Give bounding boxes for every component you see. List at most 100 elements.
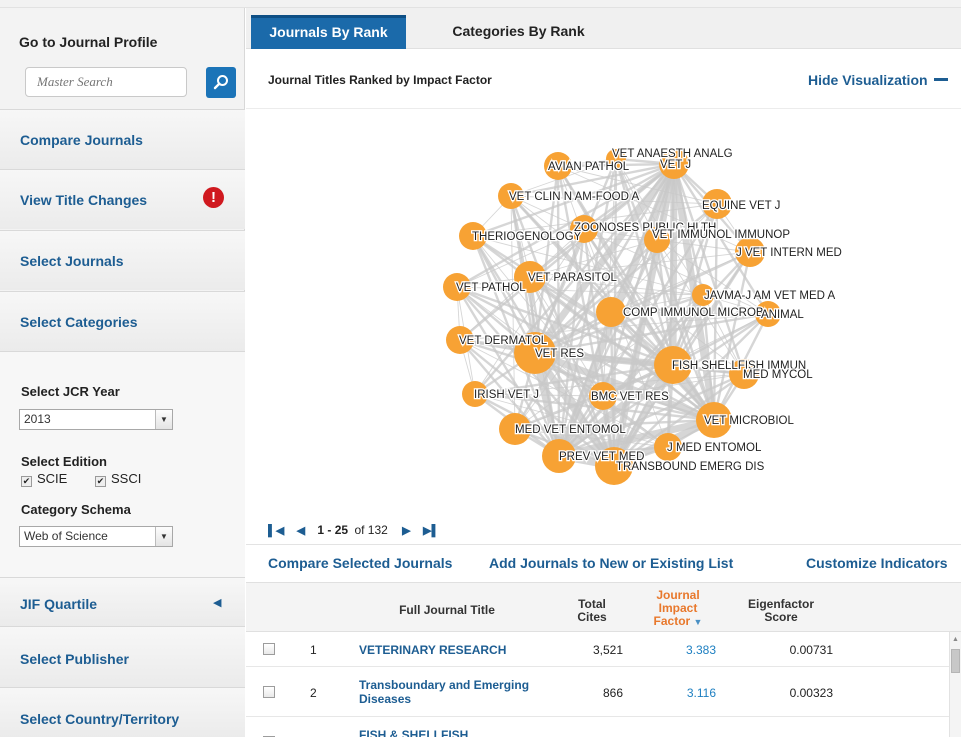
column-header-eigenfactor[interactable]: Eigenfactor Score — [743, 598, 819, 624]
pagination: ▌◀ ◀ 1 - 25 of 132 ▶ ▶▌ — [268, 523, 448, 537]
sidebar-item-select-country[interactable]: Select Country/Territory — [0, 687, 245, 737]
table-row: 1 VETERINARY RESEARCH 3,521 3.383 0.0073… — [246, 632, 961, 667]
category-schema-value: Web of Science — [24, 529, 108, 543]
table-row: FISH & SHELLFISH — [246, 717, 961, 737]
go-to-journal-profile-label: Go to Journal Profile — [19, 34, 158, 50]
search-icon — [213, 75, 228, 90]
sidebar-item-label: Select Categories — [20, 314, 138, 330]
journal-node-label: MED VET ENTOMOL — [515, 424, 626, 436]
journal-title-link[interactable]: VETERINARY RESEARCH — [359, 643, 506, 657]
customize-indicators-link[interactable]: Customize Indicators — [806, 555, 948, 571]
sidebar-item-label: JIF Quartile — [20, 596, 98, 612]
master-search-field[interactable] — [25, 67, 187, 97]
sort-desc-icon: ▼ — [693, 617, 703, 627]
category-schema-label: Category Schema — [21, 502, 131, 517]
table-actions: Compare Selected Journals Add Journals t… — [246, 544, 961, 582]
edition-ssci-checkbox[interactable]: ✔ SSCI — [95, 471, 141, 487]
journal-node-label: VET J — [660, 159, 691, 171]
minus-icon — [933, 78, 948, 81]
page-total: of 132 — [354, 523, 388, 537]
sidebar-item-select-publisher[interactable]: Select Publisher — [0, 626, 245, 687]
category-schema-select[interactable]: Web of Science ▼ — [19, 526, 173, 547]
sidebar-item-label: Select Journals — [20, 253, 124, 269]
row-rank: 2 — [310, 686, 317, 700]
sidebar-item-view-title-changes[interactable]: View Title Changes ! — [0, 169, 245, 229]
journal-node-label: JAVMA-J AM VET MED A — [704, 290, 836, 302]
journal-network-graph[interactable]: AVIAN PATHOLVET ANAESTH ANALGVET JVET CL… — [246, 109, 961, 519]
journal-node-label: VET CLIN N AM-FOOD A — [509, 191, 639, 203]
jcr-year-select[interactable]: 2013 ▼ — [19, 409, 173, 430]
row-rank: 1 — [310, 643, 317, 657]
journal-node-label: IRISH VET J — [474, 389, 539, 401]
table-scrollbar[interactable]: ▲ — [949, 632, 961, 737]
eigenfactor-value: 0.00323 — [789, 686, 833, 700]
jif-value[interactable]: 3.116 — [666, 686, 716, 700]
column-header-jif[interactable]: Journal Impact Factor ▼ — [646, 589, 710, 629]
journal-node-label: VET RES — [535, 348, 584, 360]
search-button[interactable] — [206, 67, 236, 98]
tab-categories-by-rank[interactable]: Categories By Rank — [431, 15, 606, 49]
sidebar-item-select-categories[interactable]: Select Categories — [0, 291, 245, 351]
jif-value[interactable]: 3.383 — [666, 643, 716, 657]
journal-node-label: J MED ENTOMOL — [667, 442, 762, 454]
sidebar-item-jif-quartile[interactable]: JIF Quartile ◀ — [0, 577, 245, 626]
row-checkbox[interactable] — [263, 686, 275, 698]
sidebar-item-compare-journals[interactable]: Compare Journals — [0, 109, 245, 169]
journal-node-label: VET PARASITOL — [528, 272, 617, 284]
checkbox-checked-icon: ✔ — [21, 476, 32, 487]
chevron-down-icon: ▼ — [155, 527, 172, 546]
tab-bar: Journals By Rank Categories By Rank — [246, 8, 961, 49]
eigenfactor-value: 0.00731 — [789, 643, 833, 657]
journal-title-link[interactable]: Transboundary and Emerging Diseases — [359, 678, 544, 706]
master-search-input[interactable] — [26, 68, 186, 96]
tab-journals-by-rank[interactable]: Journals By Rank — [251, 15, 406, 49]
visualization-header: Journal Titles Ranked by Impact Factor H… — [246, 49, 961, 109]
total-cites-value: 3,521 — [592, 643, 623, 657]
caret-left-icon: ◀ — [213, 597, 222, 609]
sidebar-item-label: Compare Journals — [20, 132, 143, 148]
journal-node-label: THERIOGENOLOGY — [472, 231, 582, 243]
jcr-year-label: Select JCR Year — [21, 384, 120, 399]
journal-title-link[interactable]: FISH & SHELLFISH — [359, 728, 468, 737]
last-page-icon[interactable]: ▶▌ — [423, 524, 439, 537]
compare-selected-journals-link[interactable]: Compare Selected Journals — [268, 555, 452, 571]
previous-page-icon[interactable]: ◀ — [297, 524, 305, 537]
total-cites-value: 866 — [602, 686, 623, 700]
sidebar-item-label: View Title Changes — [20, 192, 148, 208]
column-header-title[interactable]: Full Journal Title — [396, 604, 498, 617]
sidebar-item-label: Select Country/Territory — [20, 711, 180, 727]
hide-visualization-label: Hide Visualization — [808, 72, 928, 88]
edition-scie-checkbox[interactable]: ✔ SCIE — [21, 471, 67, 487]
alert-icon: ! — [203, 187, 224, 208]
journal-node-label: MED MYCOL — [743, 369, 813, 381]
journal-node-label: COMP IMMUNOL MICROB — [623, 307, 764, 319]
journal-node-label: VET MICROBIOL — [704, 415, 794, 427]
hide-visualization-link[interactable]: Hide Visualization — [808, 72, 948, 88]
journal-node-label: BMC VET RES — [591, 391, 669, 403]
first-page-icon[interactable]: ▌◀ — [268, 524, 284, 537]
scroll-up-icon[interactable]: ▲ — [952, 636, 959, 643]
journal-node[interactable] — [596, 297, 626, 327]
edition-scie-label: SCIE — [37, 471, 68, 486]
journal-node-label: VET IMMUNOL IMMUNOP — [652, 229, 790, 241]
journal-node-label: ANIMAL — [761, 309, 804, 321]
jcr-year-value: 2013 — [24, 412, 51, 426]
sidebar-item-select-journals[interactable]: Select Journals — [0, 230, 245, 290]
main-panel: Journals By Rank Categories By Rank Jour… — [246, 8, 961, 737]
edition-ssci-label: SSCI — [111, 471, 142, 486]
journal-node-label: J VET INTERN MED — [736, 247, 842, 259]
journal-node-label: EQUINE VET J — [702, 200, 780, 212]
top-strip — [0, 0, 961, 8]
add-journals-to-list-link[interactable]: Add Journals to New or Existing List — [489, 555, 733, 571]
journal-node-label: VET DERMATOL — [459, 335, 548, 347]
next-page-icon[interactable]: ▶ — [402, 524, 410, 537]
checkbox-checked-icon: ✔ — [95, 476, 106, 487]
sidebar-item-label: Select Publisher — [20, 651, 129, 667]
visualization-title: Journal Titles Ranked by Impact Factor — [268, 73, 492, 87]
edition-label: Select Edition — [21, 454, 107, 469]
scrollbar-thumb[interactable] — [951, 649, 960, 673]
column-header-total-cites[interactable]: Total Cites — [568, 598, 616, 624]
chevron-down-icon: ▼ — [155, 410, 172, 429]
row-checkbox[interactable] — [263, 643, 275, 655]
page-range: 1 - 25 — [317, 523, 349, 537]
